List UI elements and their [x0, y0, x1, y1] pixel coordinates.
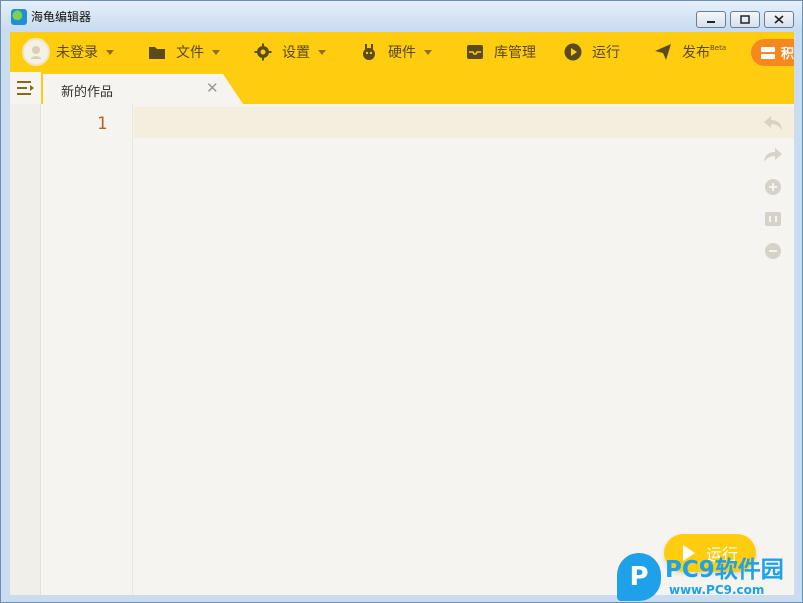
extra-label: 积 [781, 47, 794, 62]
left-sidebar [10, 104, 41, 595]
main-toolbar: 未登录 文件 设置 硬件 库管理 运行 发布 Beta [10, 32, 794, 72]
menu-icon [16, 81, 34, 95]
close-icon [774, 15, 784, 24]
extra-toolbar-button[interactable]: 积 [751, 39, 794, 66]
publish-badge: Beta [710, 44, 727, 52]
user-avatar-icon [22, 38, 50, 66]
hardware-icon [360, 43, 378, 61]
code-editor-active-line[interactable] [134, 107, 794, 138]
app-window: 海龟编辑器 未登录 文件 设置 硬件 库管理 运行 发布 Beta 积 新的作品… [0, 0, 803, 603]
minimize-icon [707, 20, 715, 23]
publish-label: 发布 [682, 45, 710, 61]
run-label: 运行 [592, 45, 620, 61]
settings-menu[interactable]: 设置 [254, 32, 326, 72]
maximize-icon [740, 15, 750, 24]
chevron-down-icon [106, 49, 114, 55]
close-window-button[interactable] [764, 11, 794, 28]
send-icon [654, 43, 672, 61]
run-menu-button[interactable]: 运行 [564, 32, 620, 72]
folder-stack-icon [761, 46, 775, 59]
title-bar: 海龟编辑器 [1, 1, 802, 32]
tab-new-work[interactable]: 新的作品 ✕ [43, 74, 243, 104]
tab-bar: 新的作品 ✕ [10, 72, 794, 104]
file-label: 文件 [176, 45, 204, 61]
user-menu[interactable]: 未登录 [22, 32, 114, 72]
watermark-brand: PC9软件园 [665, 556, 784, 583]
chevron-down-icon [318, 49, 326, 55]
file-menu[interactable]: 文件 [148, 32, 220, 72]
play-icon [564, 43, 582, 61]
folder-icon [148, 43, 166, 61]
chevron-down-icon [424, 49, 432, 55]
redo-icon[interactable] [762, 144, 784, 166]
gear-icon [254, 43, 272, 61]
zoom-out-icon[interactable] [762, 240, 784, 262]
line-number-gutter: 1 [42, 104, 133, 595]
line-number: 1 [97, 114, 108, 134]
hardware-label: 硬件 [388, 45, 416, 61]
window-title: 海龟编辑器 [31, 10, 92, 24]
chevron-down-icon [212, 49, 220, 55]
minimize-button[interactable] [696, 11, 726, 28]
publish-button[interactable]: 发布 Beta [654, 32, 726, 72]
inbox-icon [466, 43, 484, 61]
watermark-url: www.PC9.com [669, 582, 765, 597]
watermark-logo: P [617, 552, 661, 601]
zoom-in-icon[interactable] [762, 176, 784, 198]
user-label: 未登录 [56, 45, 98, 61]
watermark: P PC9软件园 www.PC9.com [617, 550, 803, 603]
sidebar-toggle-button[interactable] [10, 72, 41, 104]
tab-label: 新的作品 [61, 85, 114, 100]
client-area: 未登录 文件 设置 硬件 库管理 运行 发布 Beta 积 新的作品 ✕ 1 运… [10, 32, 794, 595]
undo-icon[interactable] [762, 112, 784, 134]
editor-side-tools [760, 112, 786, 272]
fit-icon[interactable] [762, 208, 784, 230]
window-controls [696, 11, 794, 28]
app-logo-icon [11, 8, 27, 25]
maximize-button[interactable] [730, 11, 760, 28]
library-manager-button[interactable]: 库管理 [466, 32, 536, 72]
settings-label: 设置 [282, 45, 310, 61]
hardware-menu[interactable]: 硬件 [360, 32, 432, 72]
library-label: 库管理 [494, 45, 536, 61]
tab-close-icon[interactable]: ✕ [206, 79, 219, 97]
